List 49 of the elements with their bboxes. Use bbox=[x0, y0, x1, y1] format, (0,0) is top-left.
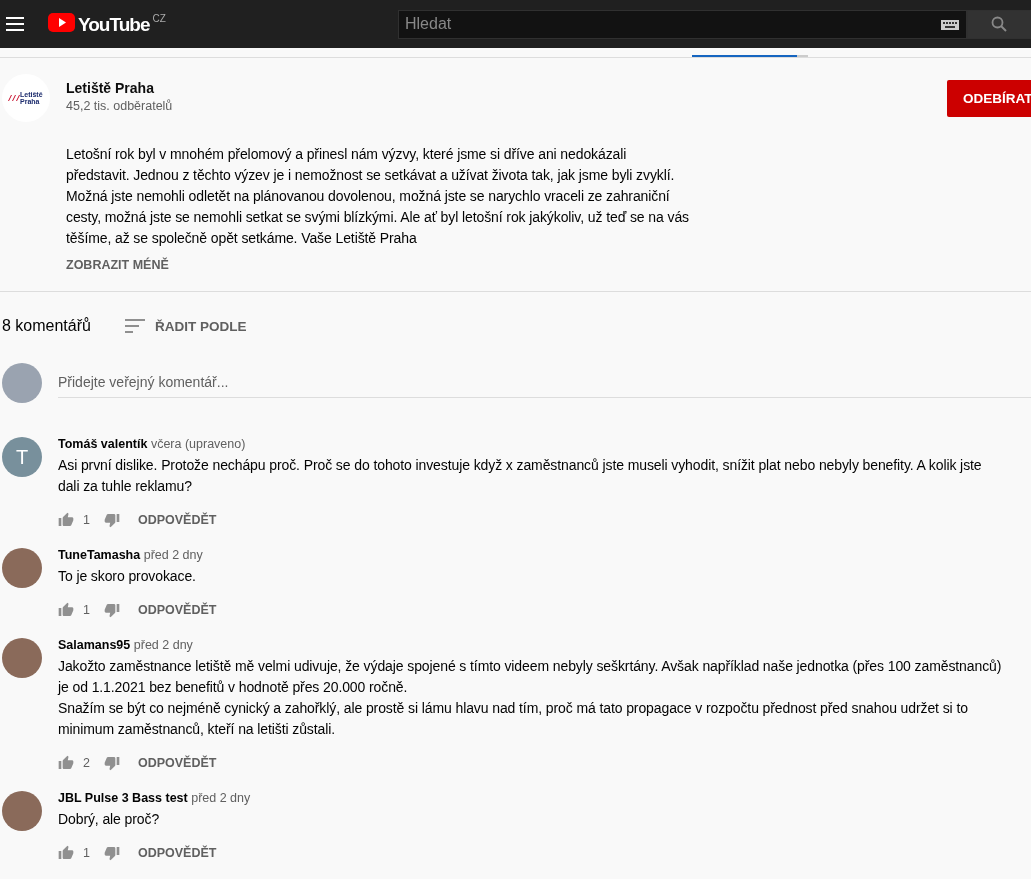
search-icon bbox=[991, 16, 1007, 32]
comment-time[interactable]: před 2 dny bbox=[133, 638, 193, 652]
thumbs-down-icon[interactable] bbox=[103, 512, 120, 528]
search-field[interactable]: Hledat bbox=[398, 9, 967, 39]
comment-time[interactable]: včera (upraveno) bbox=[150, 437, 246, 451]
comment-text: Jakožto zaměstnance letiště mě velmi udivuje, že výdaje spojené s tímto videem nebyly seškrtány. Avšak například naše jednotka (přes 100 zaměstnanců) je od 1.1.2021 bez benefitů v hodnotě přes 20.000 ročně. Snažím se být co nejméně cynický a zahořklý, ale prostě si lámu hlavu nad tím, proč má tato propagace v rozpočtu přednost před snahou udržet si to minimum zaměstnanců, kteří na letišti zůstali. bbox=[58, 657, 1003, 739]
thumbs-up-icon[interactable] bbox=[58, 512, 74, 528]
thumbs-up-icon[interactable] bbox=[58, 602, 74, 618]
subscriber-count: 45,2 tis. odběratelů bbox=[66, 99, 173, 113]
play-logo-icon[interactable] bbox=[48, 13, 75, 32]
avatar[interactable]: T bbox=[2, 437, 42, 477]
reply-button[interactable]: ODPOVĚDĚT bbox=[137, 756, 217, 770]
thumbs-down-icon[interactable] bbox=[103, 845, 120, 861]
comment-author[interactable]: JBL Pulse 3 Bass test bbox=[58, 791, 188, 805]
channel-name[interactable]: Letiště Praha bbox=[66, 80, 173, 96]
like-count: 1 bbox=[83, 846, 90, 860]
country-code: CZ bbox=[152, 13, 166, 24]
comment-text: Asi první dislike. Protože nechápu proč. Proč se do tohoto investuje když x zaměstnanců jste museli vyhodit, snížit plat nebo nebyly benefity. A kolik jste dali za tuhle reklamu? bbox=[58, 456, 983, 496]
comment-author[interactable]: Tomáš valentík bbox=[58, 437, 148, 451]
show-less-link[interactable]: ZOBRAZIT MÉNĚ bbox=[66, 258, 169, 272]
thumbs-up-icon[interactable] bbox=[58, 845, 74, 861]
sort-icon[interactable] bbox=[124, 319, 145, 333]
like-count: 2 bbox=[83, 756, 90, 770]
logo-text[interactable]: YouTube bbox=[78, 13, 150, 37]
reply-button[interactable]: ODPOVĚDĚT bbox=[137, 846, 217, 860]
reply-button[interactable]: ODPOVĚDĚT bbox=[137, 603, 217, 617]
comment-input[interactable]: Přidejte veřejný komentář... bbox=[58, 368, 1031, 398]
thumbs-down-icon[interactable] bbox=[103, 755, 120, 771]
search-button[interactable] bbox=[967, 9, 1031, 39]
comment-time[interactable]: před 2 dny bbox=[191, 791, 251, 805]
avatar-photo[interactable] bbox=[2, 548, 42, 588]
user-avatar-photo bbox=[2, 363, 42, 403]
comment-text: Dobrý, ale proč? bbox=[58, 810, 161, 829]
comment-count: 8 komentářů bbox=[2, 317, 91, 335]
comment-time[interactable]: před 2 dny bbox=[143, 548, 203, 562]
comment-text: To je skoro provokace. bbox=[58, 567, 197, 586]
keyboard-icon[interactable] bbox=[941, 19, 959, 30]
avatar-photo[interactable] bbox=[2, 638, 42, 678]
video-description: Letošní rok byl v mnohém přelomový a přinesl nám výzvy, které jsme si dříve ani nedokázali představit. Jednou z těchto výzev je i nemožnost se setkávat a užívat života tak, jak jsme byli zvyklí. Možná jste nemohli odletět na plánovanou dovolenou, možná jste se narychlo vraceli ze zahraniční cesty, možná jste se nemohli setkat se svými blízkými. Ale ať byl letošní rok jakýkoliv, už teď se na vás těšíme, až se společně opět setkáme. Vaše Letiště Praha bbox=[66, 145, 690, 248]
thumbs-up-icon[interactable] bbox=[58, 755, 74, 771]
like-count: 1 bbox=[83, 513, 90, 527]
avatar-photo[interactable] bbox=[2, 791, 42, 831]
comment-author[interactable]: TuneTamasha bbox=[58, 548, 141, 562]
menu-icon[interactable] bbox=[6, 16, 26, 32]
thumbs-down-icon[interactable] bbox=[103, 602, 120, 618]
sort-button[interactable]: ŘADIT PODLE bbox=[154, 318, 247, 334]
like-count: 1 bbox=[83, 603, 90, 617]
comment-author[interactable]: Salamans95 bbox=[58, 638, 131, 652]
reply-button[interactable]: ODPOVĚDĚT bbox=[137, 513, 217, 527]
